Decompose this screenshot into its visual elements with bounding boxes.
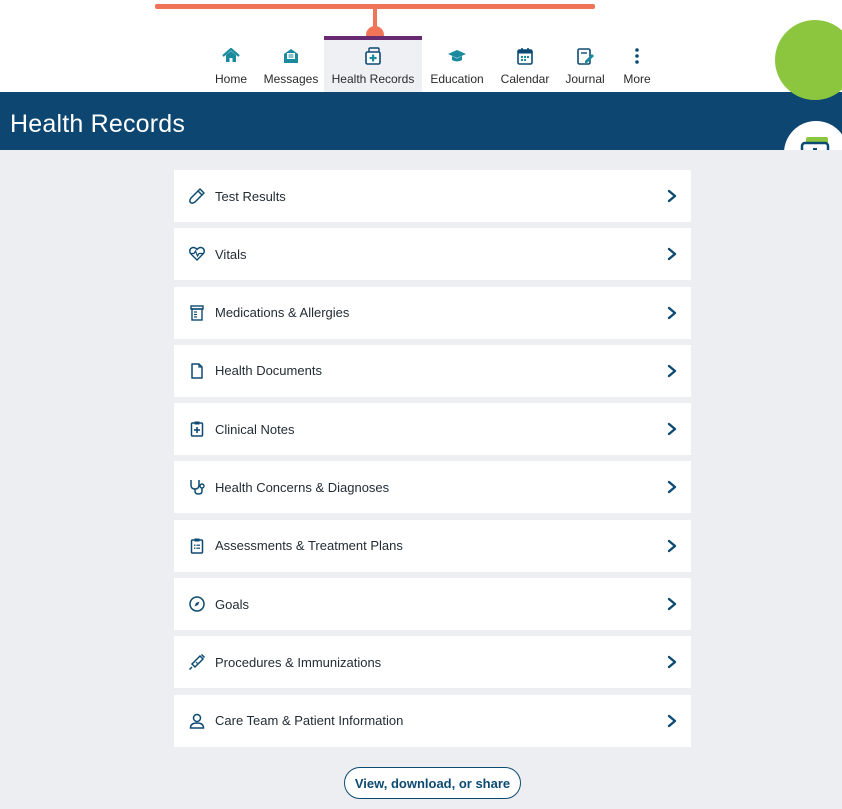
page-title: Health Records <box>10 110 186 138</box>
record-item-health-concerns-diagnoses[interactable]: Health Concerns & Diagnoses <box>174 461 691 514</box>
record-item-vitals[interactable]: Vitals <box>174 228 691 281</box>
nav-label: Messages <box>263 72 319 86</box>
chevron-right-icon <box>667 656 677 669</box>
chevron-right-icon <box>667 306 677 319</box>
graduation-cap-icon <box>448 50 466 62</box>
nav-label: More <box>623 72 651 86</box>
record-item-test-results[interactable]: Test Results <box>174 170 691 222</box>
heart-pulse-icon <box>188 245 206 263</box>
record-item-care-team-patient-information[interactable]: Care Team & Patient Information <box>174 694 691 747</box>
nav-label: Health Records <box>331 72 415 86</box>
record-item-label: Procedures & Immunizations <box>215 654 382 670</box>
main-content: Test Results Vitals Medications & Allerg… <box>0 150 842 809</box>
nav-label: Calendar <box>500 72 550 86</box>
nav-item-health-records[interactable]: Health Records <box>324 36 422 92</box>
record-item-goals[interactable]: Goals <box>174 578 691 631</box>
record-item-health-documents[interactable]: Health Documents <box>174 344 691 397</box>
record-item-assessments-treatment-plans[interactable]: Assessments & Treatment Plans <box>174 519 691 572</box>
chevron-right-icon <box>667 714 677 727</box>
person-icon <box>188 712 206 730</box>
record-item-procedures-immunizations[interactable]: Procedures & Immunizations <box>174 636 691 689</box>
chevron-right-icon <box>667 189 677 203</box>
clipboard-plus-icon <box>188 420 206 438</box>
record-item-label: Vitals <box>215 246 247 262</box>
journal-pencil-icon <box>577 48 594 65</box>
record-item-label: Assessments & Treatment Plans <box>215 538 403 554</box>
compass-icon <box>188 595 206 613</box>
records-list: Test Results Vitals Medications & Allerg… <box>174 170 691 753</box>
chevron-right-icon <box>667 248 677 261</box>
nav-label: Home <box>214 72 247 86</box>
nav-item-journal[interactable]: Journal <box>565 36 605 92</box>
pill-bottle-icon <box>188 304 206 322</box>
record-item-label: Goals <box>215 596 249 612</box>
chevron-right-icon <box>667 481 677 494</box>
medical-folder-icon <box>365 47 381 65</box>
chevron-right-icon <box>667 422 677 436</box>
record-item-label: Clinical Notes <box>215 421 295 437</box>
nav-item-calendar[interactable]: Calendar <box>501 36 549 92</box>
calendar-icon <box>517 48 533 65</box>
house-icon <box>222 47 240 62</box>
nav-item-more[interactable]: More <box>620 36 654 92</box>
record-item-clinical-notes[interactable]: Clinical Notes <box>174 403 691 456</box>
record-item-label: Care Team & Patient Information <box>215 713 404 729</box>
record-item-medications-allergies[interactable]: Medications & Allergies <box>174 286 691 339</box>
syringe-icon <box>188 653 206 671</box>
chevron-right-icon <box>667 597 677 611</box>
record-item-label: Medications & Allergies <box>215 305 350 321</box>
nav-item-messages[interactable]: Messages <box>262 36 320 92</box>
envelope-icon <box>284 49 298 63</box>
stethoscope-icon <box>188 478 206 496</box>
view-download-share-button[interactable]: View, download, or share <box>344 767 521 799</box>
document-icon <box>188 362 206 380</box>
record-item-label: Health Documents <box>215 363 322 379</box>
nav-label: Journal <box>565 72 605 86</box>
test-tube-icon <box>188 187 206 205</box>
nav-item-education[interactable]: Education <box>429 36 485 92</box>
record-item-label: Health Concerns & Diagnoses <box>215 479 390 495</box>
nav-label: Education <box>430 72 484 86</box>
chevron-right-icon <box>667 364 677 378</box>
nav-item-home[interactable]: Home <box>212 36 250 92</box>
record-item-label: Test Results <box>215 188 286 204</box>
vertical-ellipsis-icon <box>635 48 639 64</box>
top-nav: Home Messages Health Records Education C… <box>0 36 842 92</box>
chevron-right-icon <box>667 539 677 552</box>
clipboard-list-icon <box>188 537 206 555</box>
